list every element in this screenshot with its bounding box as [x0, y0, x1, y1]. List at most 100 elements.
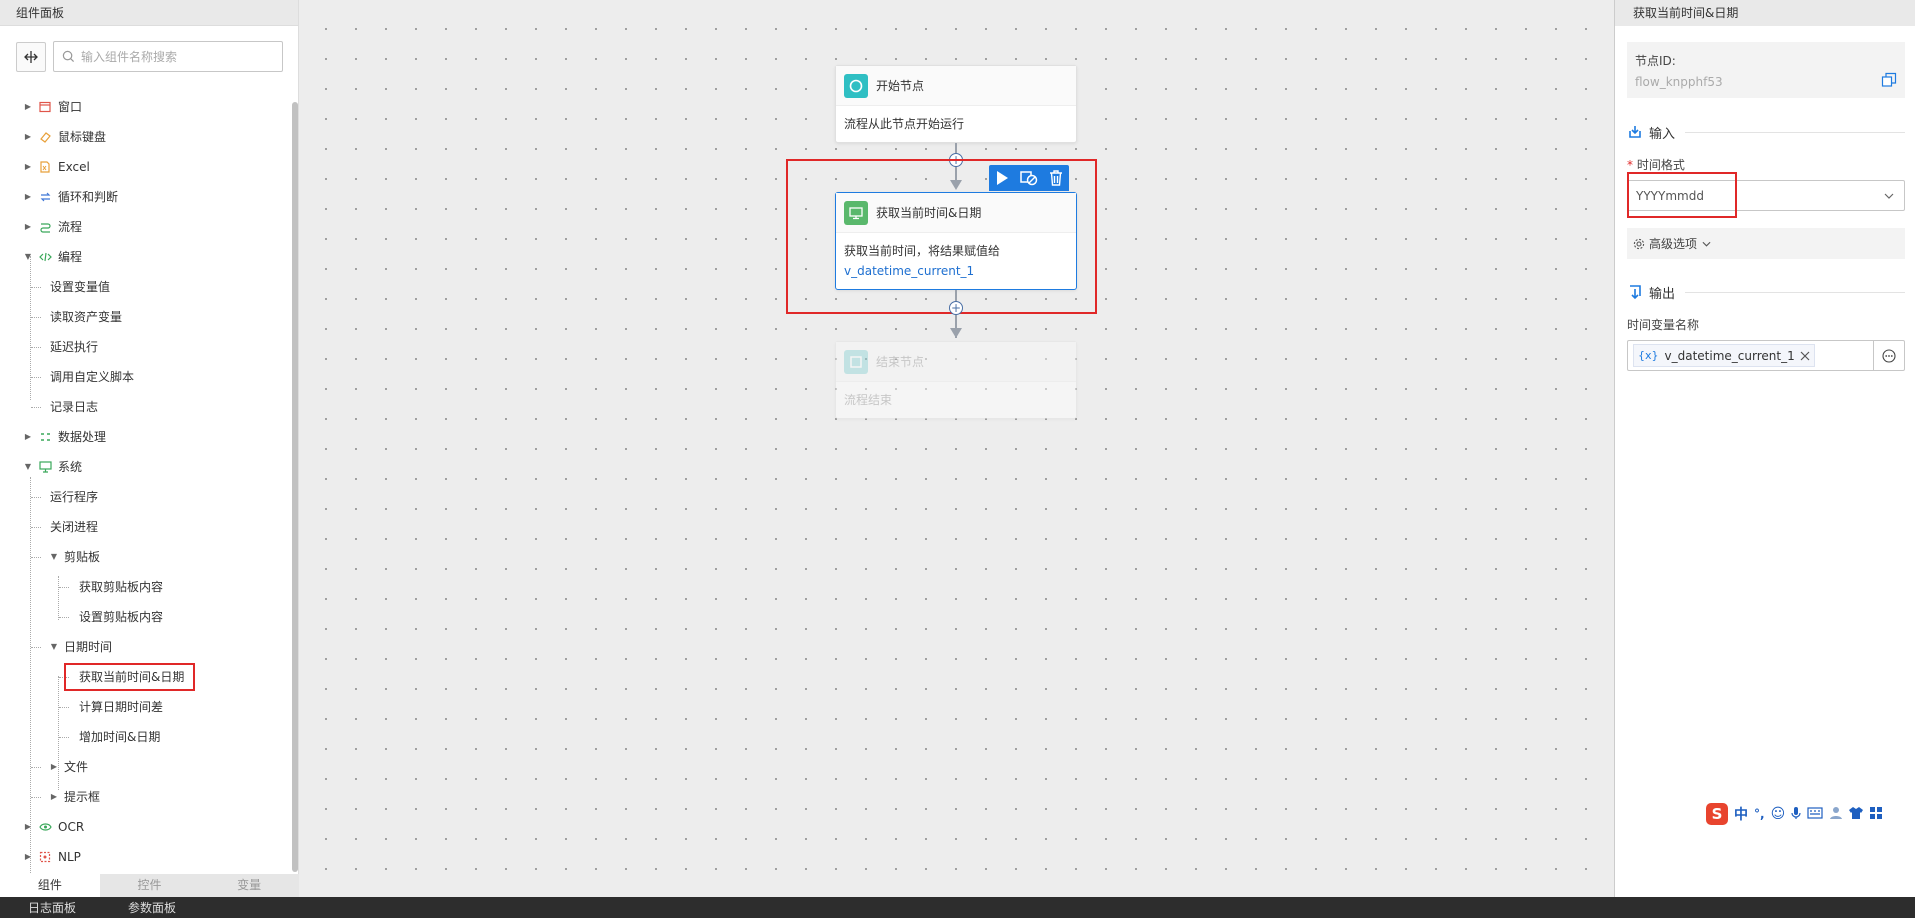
input-icon: [1629, 126, 1641, 138]
node-id-value: flow_knpphf53: [1635, 75, 1723, 89]
tree-branch: [31, 347, 41, 348]
required-mark: *: [1627, 158, 1633, 172]
end-node-header: 结束节点: [836, 342, 1076, 382]
current-datetime-node[interactable]: 获取当前时间&日期 获取当前时间，将结果赋值给 v_datetime_curre…: [835, 192, 1077, 290]
caret-right-icon: ▶: [24, 432, 32, 441]
left-scrollbar[interactable]: [292, 102, 298, 872]
tree-item-call-script[interactable]: 调用自定义脚本: [50, 367, 134, 387]
tree-item-mouse-keyboard[interactable]: ▶ 鼠标键盘: [22, 127, 106, 147]
tree-item-flow[interactable]: ▶ 流程: [22, 217, 82, 237]
advanced-options-toggle[interactable]: 高级选项: [1627, 228, 1905, 259]
output-section-title: 输出: [1649, 286, 1676, 302]
properties-title: 获取当前时间&日期: [1615, 0, 1915, 26]
start-node[interactable]: 开始节点 流程从此节点开始运行: [835, 65, 1077, 143]
output-var-field[interactable]: {x} v_datetime_current_1: [1627, 340, 1905, 371]
caret-right-icon: ▶: [24, 192, 32, 201]
start-node-desc: 流程从此节点开始运行: [844, 117, 965, 131]
log-panel-tab[interactable]: 日志面板: [28, 899, 76, 916]
tree-item-loop-condition[interactable]: ▶ 循环和判断: [22, 187, 118, 207]
start-node-header: 开始节点: [836, 66, 1076, 106]
tree-item-label: 流程: [58, 220, 83, 234]
tree-item-set-var[interactable]: 设置变量值: [50, 277, 110, 297]
end-node-title: 结束节点: [876, 355, 925, 369]
advanced-options-label: 高级选项: [1649, 237, 1698, 251]
divider: [1685, 131, 1905, 133]
param-panel-tab[interactable]: 参数面板: [128, 899, 176, 916]
tree-item-label: 提示框: [64, 790, 101, 804]
tree-item-file[interactable]: ▶ 文件: [48, 757, 88, 777]
left-panel-tabs: 组件 控件 变量: [0, 874, 299, 897]
user-icon[interactable]: [1829, 806, 1843, 823]
tree-item-get-clipboard[interactable]: 获取剪贴板内容: [79, 577, 163, 597]
tree-item-data-processing[interactable]: ▶ 数据处理: [22, 427, 106, 447]
tree-item-label: 关闭进程: [50, 520, 99, 534]
ime-toolbar[interactable]: S 中 °, ☺: [1706, 803, 1883, 825]
tree-item-close-process[interactable]: 关闭进程: [50, 517, 98, 537]
bottom-bar: 日志面板 参数面板: [0, 897, 1915, 918]
tree-item-read-asset-var[interactable]: 读取资产变量: [50, 307, 122, 327]
tab-components[interactable]: 组件: [0, 874, 100, 897]
tree-item-datetime[interactable]: ▼ 日期时间: [48, 637, 112, 657]
search-input[interactable]: [81, 49, 282, 64]
tree-item-set-clipboard[interactable]: 设置剪贴板内容: [79, 607, 163, 627]
tree-item-system[interactable]: ▼ 系统: [22, 457, 82, 477]
end-node[interactable]: 结束节点 流程结束: [835, 341, 1077, 419]
run-icon[interactable]: [993, 169, 1011, 187]
caret-down-icon: ▼: [24, 252, 32, 261]
current-node-var[interactable]: v_datetime_current_1: [844, 261, 1068, 281]
output-var-label: 时间变量名称: [1627, 318, 1700, 332]
flow-canvas[interactable]: 开始节点 流程从此节点开始运行 + 获取当前时间&日期 获取当前时间，将结果赋值…: [299, 0, 1614, 897]
tree-item-nlp[interactable]: ▶ NLP: [22, 847, 81, 867]
mic-icon[interactable]: [1791, 806, 1801, 823]
tree-item-programming[interactable]: ▼ 编程: [22, 247, 82, 267]
tree-item-label: 系统: [58, 460, 83, 474]
copy-icon[interactable]: [1881, 72, 1897, 91]
close-icon[interactable]: [1800, 351, 1810, 361]
tree-item-ocr[interactable]: ▶ OCR: [22, 817, 84, 837]
caret-right-icon: ▶: [24, 852, 32, 861]
tab-controls[interactable]: 控件: [100, 874, 200, 897]
tree-item-clipboard[interactable]: ▼ 剪贴板: [48, 547, 100, 567]
grid-menu-icon[interactable]: [1869, 806, 1883, 823]
tree-item-delay[interactable]: 延迟执行: [50, 337, 98, 357]
caret-right-icon: ▶: [24, 822, 32, 831]
tree-item-label: 获取剪贴板内容: [79, 580, 164, 594]
tree-item-prompt[interactable]: ▶ 提示框: [48, 787, 100, 807]
caret-right-icon: ▶: [50, 792, 58, 801]
skin-icon[interactable]: [1849, 806, 1864, 823]
search-row: [16, 41, 283, 72]
more-icon: [1882, 348, 1896, 363]
eye-icon: [38, 820, 52, 834]
gear-icon: [1633, 238, 1645, 249]
tree-item-label: 调用自定义脚本: [50, 370, 135, 384]
ime-punct[interactable]: °,: [1754, 807, 1765, 821]
tree-item-label: 延迟执行: [50, 340, 99, 354]
code-icon: [38, 250, 52, 264]
more-button[interactable]: [1873, 341, 1904, 370]
tree-item-excel[interactable]: ▶ Excel: [22, 157, 90, 177]
tree-item-run-program[interactable]: 运行程序: [50, 487, 98, 507]
dock-toggle-button[interactable]: [16, 41, 46, 72]
caret-right-icon: ▶: [24, 132, 32, 141]
excel-icon: [38, 160, 52, 174]
tab-variables[interactable]: 变量: [199, 874, 299, 897]
tree-branch: [59, 617, 69, 618]
dock-icon: [24, 50, 38, 63]
tree-item-calc-diff[interactable]: 计算日期时间差: [79, 697, 163, 717]
ime-lang[interactable]: 中: [1734, 804, 1748, 824]
node-id-box: 节点ID: flow_knpphf53: [1627, 42, 1905, 98]
tree-item-window[interactable]: ▶ 窗口: [22, 97, 82, 117]
time-format-highlight: [1627, 172, 1737, 218]
caret-down-icon: ▼: [50, 552, 58, 561]
keyboard-icon[interactable]: [1807, 806, 1823, 822]
tree-item-log[interactable]: 记录日志: [50, 397, 98, 417]
disable-icon[interactable]: [1020, 169, 1038, 187]
tree-branch: [59, 737, 69, 738]
add-node-plus-icon[interactable]: +: [949, 301, 963, 315]
emoji-icon[interactable]: ☺: [1771, 806, 1786, 822]
var-tag[interactable]: {x} v_datetime_current_1: [1633, 344, 1815, 367]
tree-item-label: 循环和判断: [58, 190, 119, 204]
tree-item-add-datetime[interactable]: 增加时间&日期: [79, 727, 160, 747]
app-window: 组件面板 ▶ 窗口 ▶ 鼠标键盘 ▶ Excel ▶ 循环和判断 ▶ 流程 ▼ 编程 设置变…: [0, 0, 1915, 918]
delete-icon[interactable]: [1047, 169, 1065, 187]
